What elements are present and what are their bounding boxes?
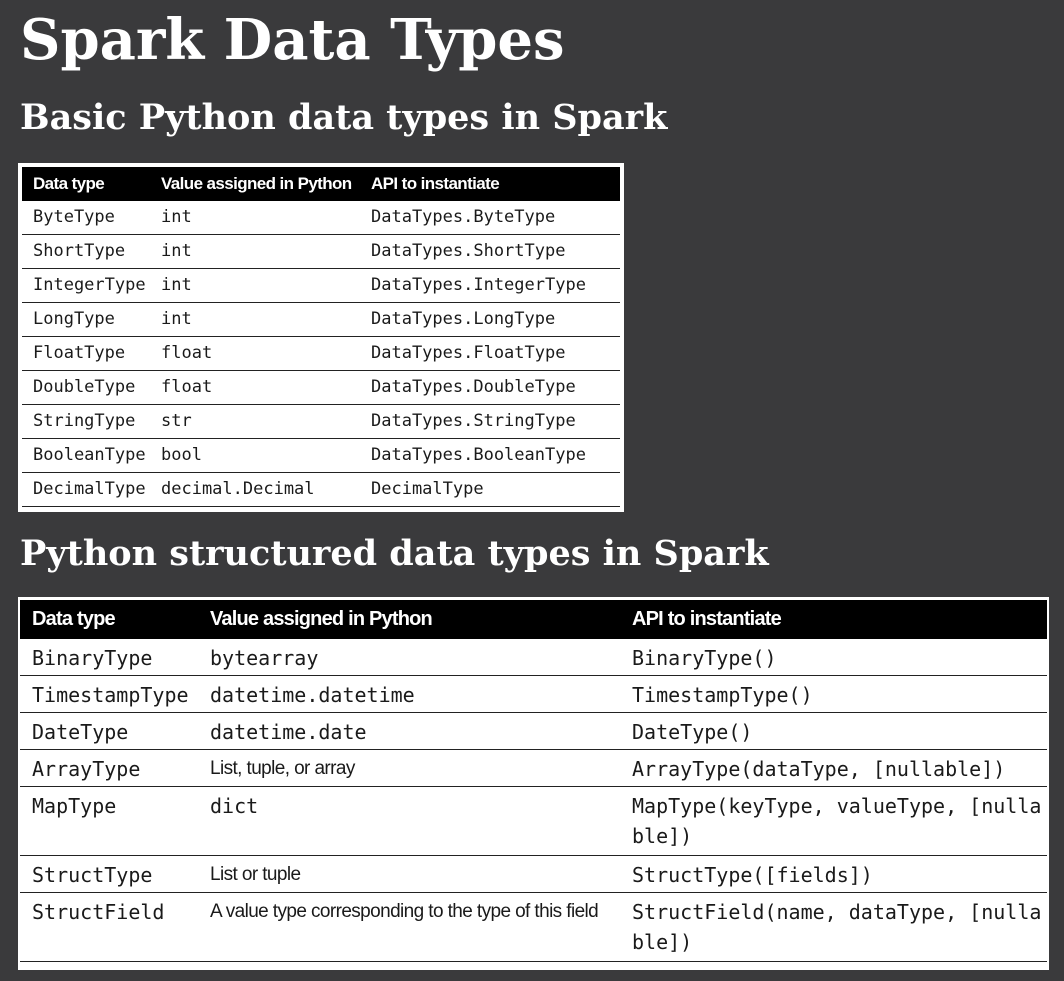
cell-python-value: A value type corresponding to the type o… <box>210 892 632 962</box>
cell-data-type: StringType <box>22 404 161 439</box>
cell-data-type: StructType <box>20 855 210 893</box>
cell-python-value: datetime.date <box>210 712 632 750</box>
page-title: Spark Data Types <box>20 7 565 73</box>
cell-python-value: List, tuple, or array <box>210 749 632 787</box>
cell-python-value: int <box>161 201 371 235</box>
column-header-api: API to instantiate <box>371 174 500 193</box>
cell-python-value: float <box>161 370 371 405</box>
table-row: StructType List or tuple StructType([fie… <box>20 855 1047 893</box>
basic-types-heading: Basic Python data types in Spark <box>20 97 668 138</box>
cell-data-type: LongType <box>22 302 161 337</box>
structured-types-table: Data type Value assigned in Python API t… <box>20 600 1047 962</box>
cell-python-value: int <box>161 234 371 269</box>
cell-data-type: BooleanType <box>22 438 161 473</box>
cell-api: DataTypes.DoubleType <box>371 370 620 405</box>
cell-python-value: dict <box>210 786 632 856</box>
cell-api: MapType(keyType, valueType, [nullable]) <box>632 786 1047 856</box>
cell-api: StructType([fields]) <box>632 855 1047 893</box>
column-header-api: API to instantiate <box>632 608 782 630</box>
table-row: IntegerType int DataTypes.IntegerType <box>22 268 620 303</box>
cell-data-type: BinaryType <box>20 639 210 676</box>
table-row: ShortType int DataTypes.ShortType <box>22 234 620 269</box>
cell-api: DataTypes.ByteType <box>371 201 620 235</box>
table-row: ArrayType List, tuple, or array ArrayTyp… <box>20 749 1047 787</box>
basic-types-table-panel: Data type Value assigned in Python API t… <box>18 163 624 512</box>
basic-types-table: Data type Value assigned in Python API t… <box>22 167 620 507</box>
structured-types-table-panel: Data type Value assigned in Python API t… <box>18 597 1049 970</box>
cell-python-value: bytearray <box>210 639 632 676</box>
cell-data-type: TimestampType <box>20 675 210 713</box>
cell-python-value: decimal.Decimal <box>161 472 371 507</box>
table-row: BooleanType bool DataTypes.BooleanType <box>22 438 620 473</box>
cell-data-type: StructField <box>20 892 210 962</box>
cell-api: DataTypes.LongType <box>371 302 620 337</box>
cell-data-type: DateType <box>20 712 210 750</box>
table-row: MapType dict MapType(keyType, valueType,… <box>20 786 1047 856</box>
cell-python-value: str <box>161 404 371 439</box>
table-row: DecimalType decimal.Decimal DecimalType <box>22 472 620 507</box>
cell-api: DateType() <box>632 712 1047 750</box>
table-row: TimestampType datetime.datetime Timestam… <box>20 675 1047 713</box>
cell-python-value: List or tuple <box>210 855 632 893</box>
table-row: FloatType float DataTypes.FloatType <box>22 336 620 371</box>
table-row: StructField A value type corresponding t… <box>20 892 1047 962</box>
cell-api: DataTypes.StringType <box>371 404 620 439</box>
cell-data-type: IntegerType <box>22 268 161 303</box>
cell-api: ArrayType(dataType, [nullable]) <box>632 749 1047 787</box>
cell-python-value: float <box>161 336 371 371</box>
table-row: StringType str DataTypes.StringType <box>22 404 620 439</box>
table-row: DoubleType float DataTypes.DoubleType <box>22 370 620 405</box>
table-row: DateType datetime.date DateType() <box>20 712 1047 750</box>
table-row: BinaryType bytearray BinaryType() <box>20 639 1047 676</box>
cell-python-value: int <box>161 302 371 337</box>
cell-python-value: int <box>161 268 371 303</box>
cell-api: BinaryType() <box>632 639 1047 676</box>
cell-api: DataTypes.ShortType <box>371 234 620 269</box>
cell-api: DataTypes.FloatType <box>371 336 620 371</box>
table-header-row: Data type Value assigned in Python API t… <box>22 167 620 201</box>
cell-python-value: bool <box>161 438 371 473</box>
structured-types-heading: Python structured data types in Spark <box>20 533 769 574</box>
cell-api: DataTypes.IntegerType <box>371 268 620 303</box>
column-header-data-type: Data type <box>32 608 116 630</box>
cell-api: TimestampType() <box>632 675 1047 713</box>
column-header-data-type: Data type <box>33 174 105 193</box>
cell-data-type: MapType <box>20 786 210 856</box>
cell-api: DataTypes.BooleanType <box>371 438 620 473</box>
cell-data-type: ShortType <box>22 234 161 269</box>
column-header-python-value: Value assigned in Python <box>210 608 433 630</box>
cell-api: DecimalType <box>371 472 620 507</box>
cell-api: StructField(name, dataType, [nullable]) <box>632 892 1047 962</box>
cell-python-value: datetime.datetime <box>210 675 632 713</box>
cell-data-type: FloatType <box>22 336 161 371</box>
cell-data-type: DecimalType <box>22 472 161 507</box>
table-row: ByteType int DataTypes.ByteType <box>22 201 620 235</box>
column-header-python-value: Value assigned in Python <box>161 174 352 193</box>
table-row: LongType int DataTypes.LongType <box>22 302 620 337</box>
cell-data-type: ArrayType <box>20 749 210 787</box>
table-header-row: Data type Value assigned in Python API t… <box>20 600 1047 639</box>
cell-data-type: ByteType <box>22 201 161 235</box>
cell-data-type: DoubleType <box>22 370 161 405</box>
